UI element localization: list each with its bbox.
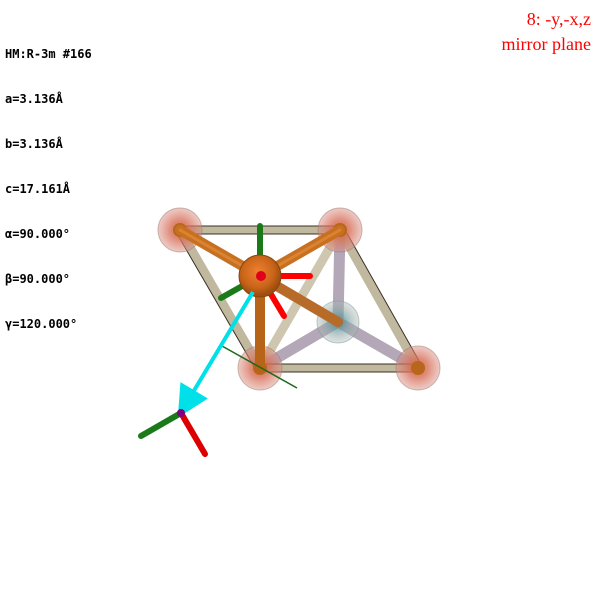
- transformed-origin-marker: [177, 409, 185, 417]
- axis-x-transformed: [178, 410, 208, 457]
- crystal-structure-viewer[interactable]: HM:R-3m #166 a=3.136Å b=3.136Å c=17.161Å…: [0, 0, 600, 600]
- local-axes-transformed: [138, 410, 208, 457]
- structure-canvas[interactable]: [0, 0, 600, 600]
- axis-y-transformed: [138, 410, 184, 439]
- atom-center-marker: [256, 271, 266, 281]
